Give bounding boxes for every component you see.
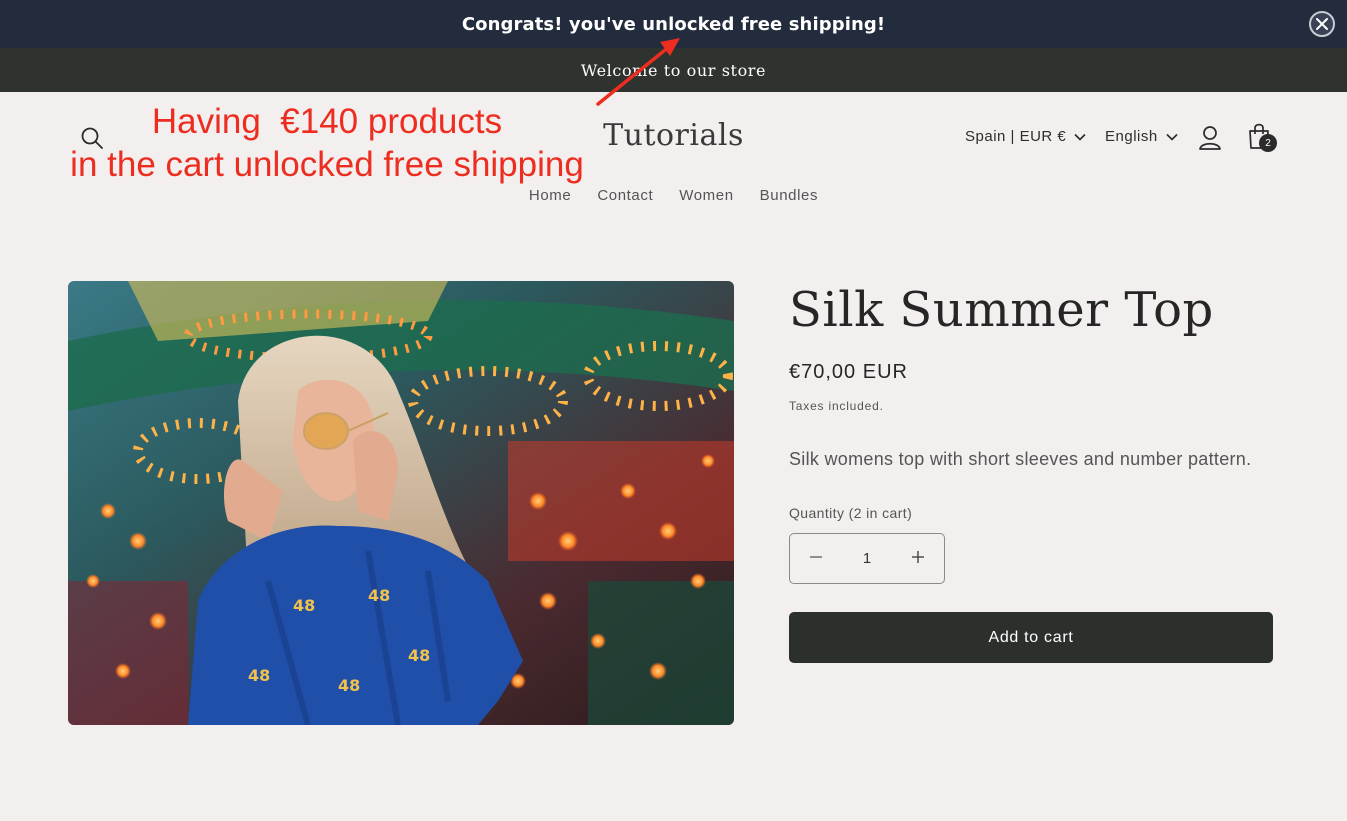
nav-item-women[interactable]: Women	[679, 187, 733, 204]
product-photo: 48 48 48 48 48	[68, 281, 734, 725]
nav-item-bundles[interactable]: Bundles	[760, 187, 818, 204]
country-selector[interactable]: Spain | EUR €	[965, 128, 1086, 145]
plus-icon	[912, 551, 924, 563]
close-shipping-bar-button[interactable]	[1309, 11, 1335, 37]
minus-icon	[810, 556, 822, 558]
shirt-print-text: 48	[338, 676, 360, 695]
account-button[interactable]	[1198, 125, 1222, 156]
add-to-cart-button[interactable]: Add to cart	[789, 612, 1273, 663]
annotation-line-2: in the cart unlocked free shipping	[70, 145, 584, 184]
shirt-print-text: 48	[293, 596, 315, 615]
shirt-print-text: 48	[408, 646, 430, 665]
language-selector[interactable]: English	[1105, 128, 1178, 145]
main-navigation: Home Contact Women Bundles	[0, 187, 1347, 204]
shirt-print-text: 48	[368, 586, 390, 605]
product-image[interactable]: 48 48 48 48 48	[68, 281, 734, 725]
shirt-print-text: 48	[248, 666, 270, 685]
quantity-label: Quantity (2 in cart)	[789, 505, 913, 521]
product-title: Silk Summer Top	[789, 282, 1214, 338]
nav-item-home[interactable]: Home	[529, 187, 571, 204]
nav-item-contact[interactable]: Contact	[597, 187, 653, 204]
quantity-stepper: 1	[789, 533, 945, 584]
country-selector-label: Spain | EUR €	[965, 128, 1067, 145]
store-logo[interactable]: Tutorials	[603, 118, 744, 153]
quantity-decrease-button[interactable]	[808, 547, 824, 570]
quantity-increase-button[interactable]	[910, 547, 926, 570]
close-icon	[1316, 18, 1328, 30]
annotation-line-1: Having €140 products	[151, 102, 503, 141]
account-icon	[1199, 126, 1221, 150]
tax-note: Taxes included.	[789, 399, 884, 413]
product-description: Silk womens top with short sleeves and n…	[789, 449, 1252, 469]
product-price: €70,00 EUR	[789, 361, 908, 383]
annotation-arrow-icon	[596, 38, 680, 106]
chevron-down-icon	[1166, 133, 1178, 141]
cart-count-badge: 2	[1259, 134, 1277, 152]
quantity-input[interactable]: 1	[863, 550, 871, 567]
chevron-down-icon	[1074, 133, 1086, 141]
annotation-text: Having €140 products in the cart unlocke…	[62, 100, 592, 186]
language-selector-label: English	[1105, 128, 1158, 145]
